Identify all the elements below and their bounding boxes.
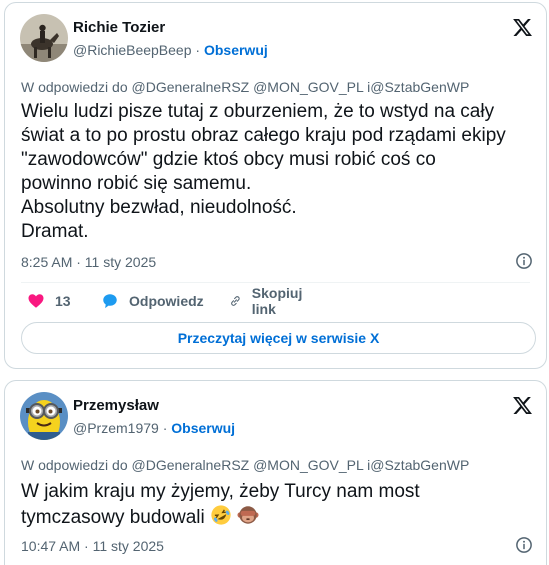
info-icon[interactable] <box>515 536 533 554</box>
separator-dot: · <box>162 420 168 436</box>
tweet-text-line: powinno robić się samemu. <box>21 173 252 194</box>
timestamp[interactable]: 10:47 AM · 11 sty 2025 <box>21 538 164 554</box>
x-logo-icon[interactable] <box>512 17 533 38</box>
avatar-minion-image <box>20 392 68 440</box>
tweet-text-segment: tymczasowy budowali <box>21 507 205 528</box>
avatar[interactable] <box>20 14 68 62</box>
follow-button[interactable]: Obserwuj <box>171 420 235 436</box>
author-handle[interactable]: @RichieBeepBeep <box>73 42 192 58</box>
follow-button[interactable]: Obserwuj <box>204 42 268 58</box>
read-more-button[interactable]: Przeczytaj więcej w serwisie X <box>21 322 536 354</box>
avatar[interactable] <box>20 392 68 440</box>
copy-link-label: Skopiuj link <box>251 285 303 317</box>
avatar-horse-rider-image <box>20 14 68 62</box>
author-handle[interactable]: @Przem1979 <box>73 420 159 436</box>
like-count: 13 <box>55 293 71 309</box>
x-logo-icon[interactable] <box>512 395 533 416</box>
see-no-evil-monkey-emoji-icon <box>237 506 259 524</box>
author-name[interactable]: Przemysław <box>73 397 159 414</box>
reply-label: Odpowiedz <box>129 293 204 309</box>
tweet-text: Wielu ludzi pisze tutaj z oburzeniem, że… <box>21 100 536 244</box>
tweet-text-line: "zawodowców" gdzie ktoś obcy musi robić … <box>21 149 436 170</box>
like-button[interactable]: 13 <box>27 290 71 312</box>
info-icon[interactable] <box>515 252 533 270</box>
reply-bubble-icon <box>103 294 117 309</box>
link-icon <box>231 296 240 306</box>
tweet-text-line: Dramat. <box>21 221 89 242</box>
author-name[interactable]: Richie Tozier <box>73 19 165 36</box>
handle-row: @RichieBeepBeep · Obserwuj <box>73 42 268 58</box>
copy-link-button[interactable]: Skopiuj link <box>229 285 308 317</box>
tweet-card[interactable]: Richie Tozier @RichieBeepBeep · Obserwuj… <box>4 2 547 369</box>
tweet-card[interactable]: Przemysław @Przem1979 · Obserwuj W odpow… <box>4 380 547 565</box>
tweet-text-line: Wielu ludzi pisze tutaj z oburzeniem, że… <box>21 101 495 122</box>
tweet-text-line: Absolutny bezwład, nieudolność. <box>21 197 297 218</box>
tweet-text-line: W jakim kraju my żyjemy, żeby Turcy nam … <box>21 481 420 502</box>
heart-icon <box>28 294 44 308</box>
tweet-text-line: świat a to po prostu obraz całego kraju … <box>21 125 506 146</box>
separator-dot: · <box>195 42 201 58</box>
reply-to-line[interactable]: W odpowiedzi do @DGeneralneRSZ @MON_GOV_… <box>21 79 469 95</box>
rolling-on-floor-laughing-emoji-icon <box>211 505 231 525</box>
reply-button[interactable]: Odpowiedz <box>101 290 204 312</box>
handle-row: @Przem1979 · Obserwuj <box>73 420 235 436</box>
divider <box>21 282 530 283</box>
timestamp[interactable]: 8:25 AM · 11 sty 2025 <box>21 254 156 270</box>
reply-to-line[interactable]: W odpowiedzi do @DGeneralneRSZ @MON_GOV_… <box>21 457 469 473</box>
tweet-text: W jakim kraju my żyjemy, żeby Turcy nam … <box>21 480 536 530</box>
tweet-text-line: tymczasowy budowali <box>21 504 536 530</box>
